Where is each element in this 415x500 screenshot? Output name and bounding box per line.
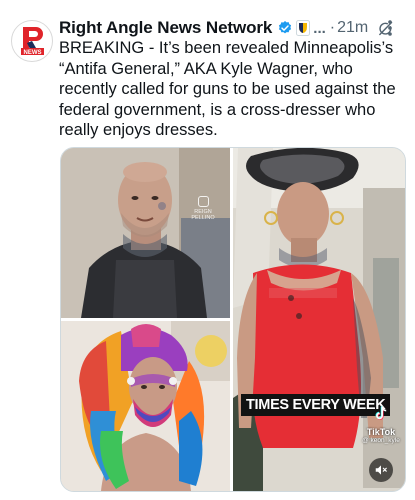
author-name[interactable]: Right Angle News Network [59, 18, 272, 38]
video-tile[interactable]: TIMES EVERY WEEK TikTok @ keon_kyle [233, 148, 405, 491]
avatar-logo-text: NEWS [24, 50, 42, 56]
tweet-text: BREAKING - It’s been revealed Minneapoli… [59, 39, 396, 139]
separator-dot: · [329, 19, 336, 36]
tiktok-label: TikTok [366, 427, 396, 437]
media-grid[interactable]: REIGN PELLINO TIMES EVERY WEEK TikTok @ … [60, 147, 406, 492]
photo-tile-1[interactable]: REIGN PELLINO [61, 148, 230, 318]
more-options-icon[interactable] [381, 16, 399, 40]
tiktok-handle: @ keon_kyle [362, 437, 400, 444]
verified-badge-icon[interactable] [277, 20, 293, 36]
timestamp-link[interactable]: 21m [337, 19, 368, 37]
instagram-icon [197, 196, 209, 207]
avatar[interactable]: NEWS [11, 20, 53, 62]
affiliation-badge-icon[interactable] [296, 20, 311, 36]
tweet-header: Right Angle News Network ... · 21m [59, 16, 405, 40]
photo-rainbow-wig [61, 321, 230, 491]
watermark-text: REIGN PELLINO [191, 209, 215, 221]
tiktok-icon [375, 406, 387, 420]
tiktok-watermark: TikTok @ keon_kyle [361, 406, 401, 444]
right-angle-news-logo: NEWS [14, 23, 50, 59]
more-text-dots: ... [313, 19, 326, 37]
photo-watermark: REIGN PELLINO [183, 196, 223, 221]
speaker-muted-icon[interactable] [369, 458, 393, 482]
photo-man-vest [61, 148, 230, 318]
photo-tile-2[interactable] [61, 321, 230, 491]
